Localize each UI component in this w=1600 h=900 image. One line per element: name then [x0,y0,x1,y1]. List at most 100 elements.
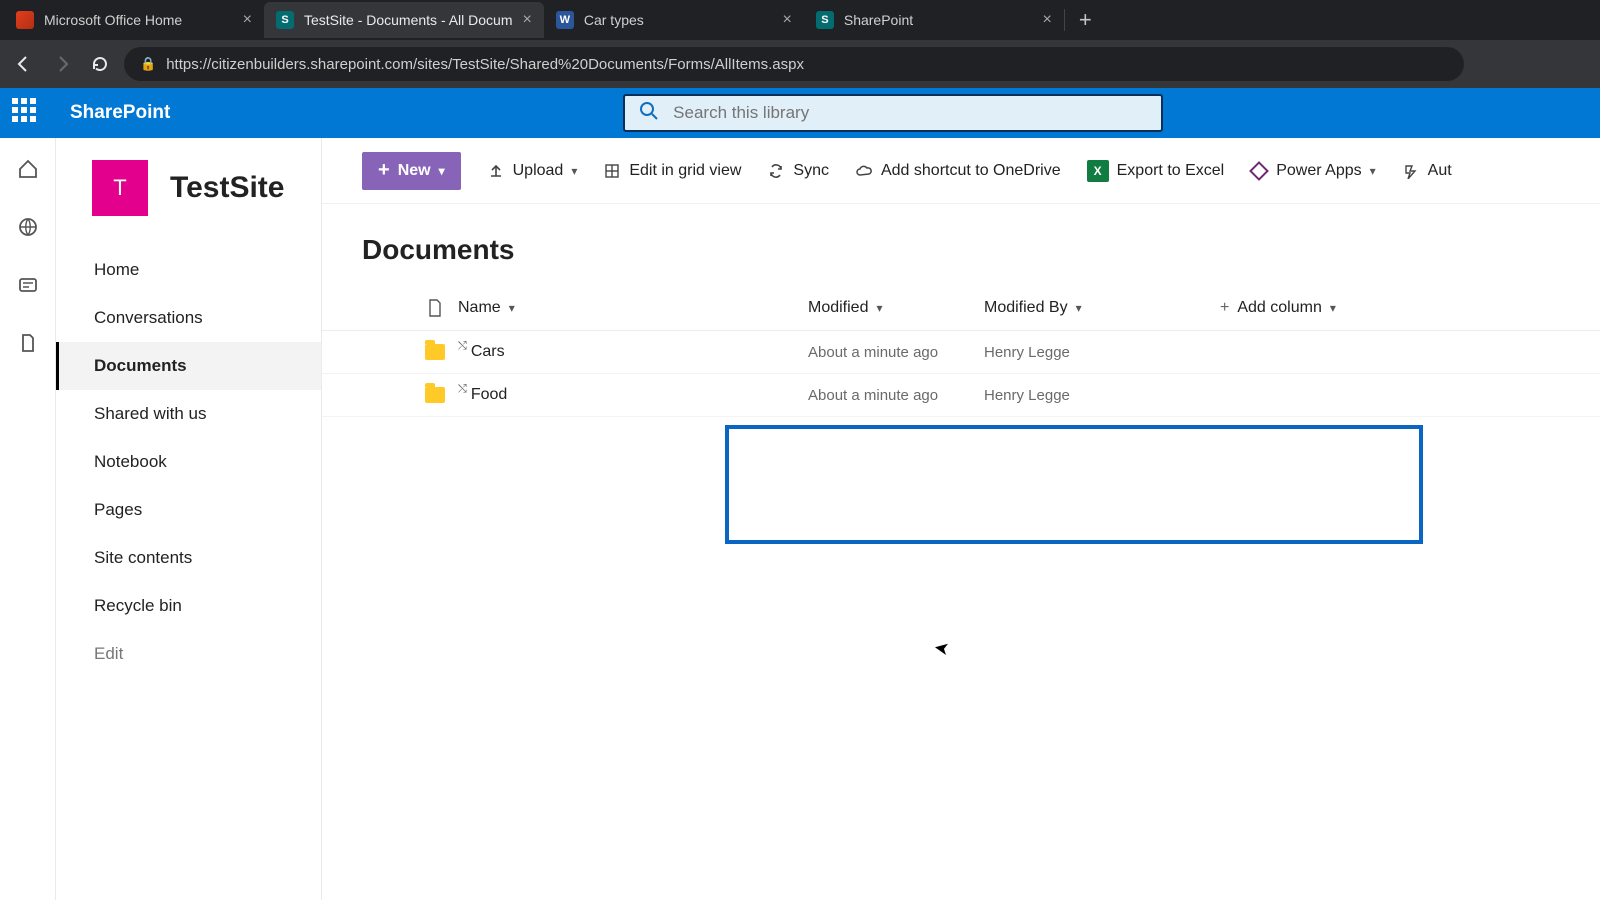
sharepoint-brand[interactable]: SharePoint [70,102,170,124]
item-modified: About a minute ago [808,387,984,404]
nav-pages[interactable]: Pages [56,486,321,534]
site-title[interactable]: TestSite [170,171,284,205]
item-name: Food [471,386,507,404]
plus-icon: + [1220,299,1229,317]
browser-tab[interactable]: W Car types × [544,2,804,38]
type-column-icon[interactable] [412,298,458,318]
nav-notebook[interactable]: Notebook [56,438,321,486]
chevron-down-icon: ▾ [509,301,515,315]
list-item[interactable]: ⤭ Cars About a minute ago Henry Legge [322,331,1600,374]
column-headers: Name▾ Modified▾ Modified By▾ +Add column… [322,290,1600,331]
nav-recycle-bin[interactable]: Recycle bin [56,582,321,630]
upload-button[interactable]: Upload ▾ [487,162,578,180]
main-area: + New ▾ Upload ▾ Edit in grid view Sync … [322,138,1600,900]
upload-icon [487,162,505,180]
annotation-highlight [725,425,1423,544]
automate-label: Aut [1428,162,1452,180]
column-modified[interactable]: Modified▾ [808,299,984,317]
new-indicator-icon: ⤭ [458,343,467,349]
sharepoint-icon: S [276,11,294,29]
close-icon[interactable]: × [523,11,532,29]
search-input[interactable] [673,103,1147,123]
news-icon[interactable] [17,274,39,296]
grid-icon [603,162,621,180]
sharepoint-icon: S [816,11,834,29]
chevron-down-icon: ▾ [1076,301,1082,315]
item-modified: About a minute ago [808,344,984,361]
export-label: Export to Excel [1117,162,1225,180]
files-icon[interactable] [17,332,39,354]
search-icon [639,101,659,126]
close-icon[interactable]: × [243,11,252,29]
add-shortcut-button[interactable]: Add shortcut to OneDrive [855,162,1061,180]
lock-icon: 🔒 [140,56,156,72]
new-label: New [398,162,431,180]
chevron-down-icon: ▾ [1330,301,1336,315]
reload-button[interactable] [86,50,114,78]
chevron-down-icon: ▾ [571,164,577,178]
site-logo[interactable]: T [92,160,148,216]
tab-title: SharePoint [844,12,1033,28]
back-button[interactable] [10,50,38,78]
item-modified-by: Henry Legge [984,344,1160,361]
sync-icon [767,162,785,180]
chevron-down-icon: ▾ [876,301,882,315]
column-modified-by[interactable]: Modified By▾ [984,299,1160,317]
new-indicator-icon: ⤭ [458,386,467,392]
item-modified-by: Henry Legge [984,387,1160,404]
tab-title: Car types [584,12,773,28]
browser-tab[interactable]: Microsoft Office Home × [4,2,264,38]
home-icon[interactable] [17,158,39,180]
excel-icon: X [1087,160,1109,182]
search-box[interactable] [623,94,1163,132]
power-apps-button[interactable]: Power Apps ▾ [1250,162,1375,180]
sync-label: Sync [793,162,829,180]
browser-address-bar: 🔒 https://citizenbuilders.sharepoint.com… [0,40,1600,88]
nav-edit[interactable]: Edit [56,630,321,678]
nav-documents[interactable]: Documents [56,342,321,390]
export-excel-button[interactable]: X Export to Excel [1087,160,1225,182]
site-nav: Home Conversations Documents Shared with… [56,240,321,678]
plus-icon: + [378,159,390,182]
new-button[interactable]: + New ▾ [362,152,461,190]
column-name[interactable]: Name▾ [458,299,808,317]
automate-button[interactable]: Aut [1402,162,1452,180]
browser-tab[interactable]: S TestSite - Documents - All Docum × [264,2,544,38]
add-column-button[interactable]: +Add column▾ [1220,299,1336,317]
folder-icon [425,387,445,403]
item-name: Cars [471,343,505,361]
nav-conversations[interactable]: Conversations [56,294,321,342]
edit-grid-label: Edit in grid view [629,162,741,180]
app-launcher-icon[interactable] [12,98,42,128]
close-icon[interactable]: × [783,11,792,29]
shortcut-label: Add shortcut to OneDrive [881,162,1061,180]
url-text: https://citizenbuilders.sharepoint.com/s… [166,56,804,73]
list-item[interactable]: ⤭ Food About a minute ago Henry Legge [322,374,1600,417]
globe-icon[interactable] [17,216,39,238]
chevron-down-icon: ▾ [1370,164,1376,178]
powerapps-label: Power Apps [1276,162,1361,180]
word-icon: W [556,11,574,29]
new-tab-button[interactable]: + [1065,7,1106,33]
browser-tab[interactable]: S SharePoint × [804,2,1064,38]
nav-shared-with-us[interactable]: Shared with us [56,390,321,438]
folder-icon [425,344,445,360]
url-field[interactable]: 🔒 https://citizenbuilders.sharepoint.com… [124,47,1464,81]
library-title: Documents [322,204,1600,290]
tab-title: TestSite - Documents - All Docum [304,12,513,28]
tab-title: Microsoft Office Home [44,12,233,28]
upload-label: Upload [513,162,564,180]
sync-button[interactable]: Sync [767,162,829,180]
nav-home[interactable]: Home [56,246,321,294]
nav-site-contents[interactable]: Site contents [56,534,321,582]
browser-tab-strip: Microsoft Office Home × S TestSite - Doc… [0,0,1600,40]
edit-grid-button[interactable]: Edit in grid view [603,162,741,180]
close-icon[interactable]: × [1043,11,1052,29]
chevron-down-icon: ▾ [439,164,445,178]
sharepoint-header: SharePoint [0,88,1600,138]
onedrive-icon [855,162,873,180]
forward-button[interactable] [48,50,76,78]
site-sidebar: T TestSite Home Conversations Documents … [56,138,322,900]
power-apps-icon [1250,162,1268,180]
global-nav-rail [0,138,56,900]
